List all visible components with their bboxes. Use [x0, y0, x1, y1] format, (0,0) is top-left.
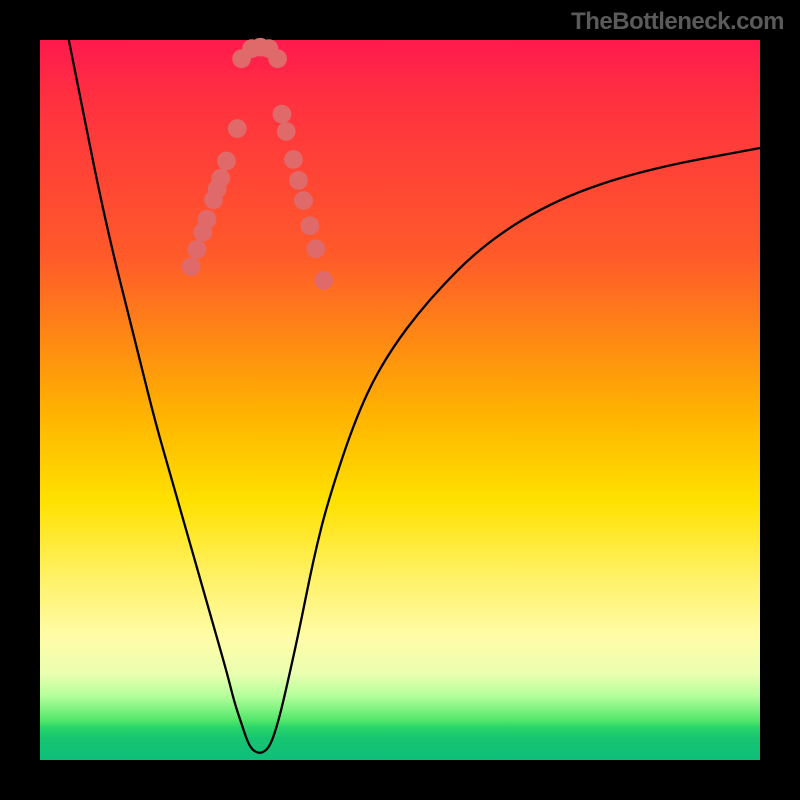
data-marker [182, 257, 201, 276]
data-marker [188, 240, 207, 259]
data-markers [182, 38, 333, 290]
data-marker [277, 122, 296, 141]
chart-svg [40, 40, 760, 760]
data-marker [314, 271, 333, 290]
data-marker [217, 152, 236, 171]
data-marker [198, 210, 217, 229]
data-marker [301, 216, 320, 235]
data-marker [294, 191, 313, 210]
bottleneck-curve [69, 40, 760, 753]
chart-frame: TheBottleneck.com [0, 0, 800, 800]
data-marker [284, 150, 303, 169]
plot-area [40, 40, 760, 760]
data-marker [211, 169, 230, 188]
data-marker [289, 171, 308, 190]
watermark-text: TheBottleneck.com [571, 8, 784, 36]
data-marker [268, 49, 287, 68]
data-marker [306, 239, 325, 258]
data-marker [228, 119, 247, 138]
data-marker [273, 105, 292, 124]
